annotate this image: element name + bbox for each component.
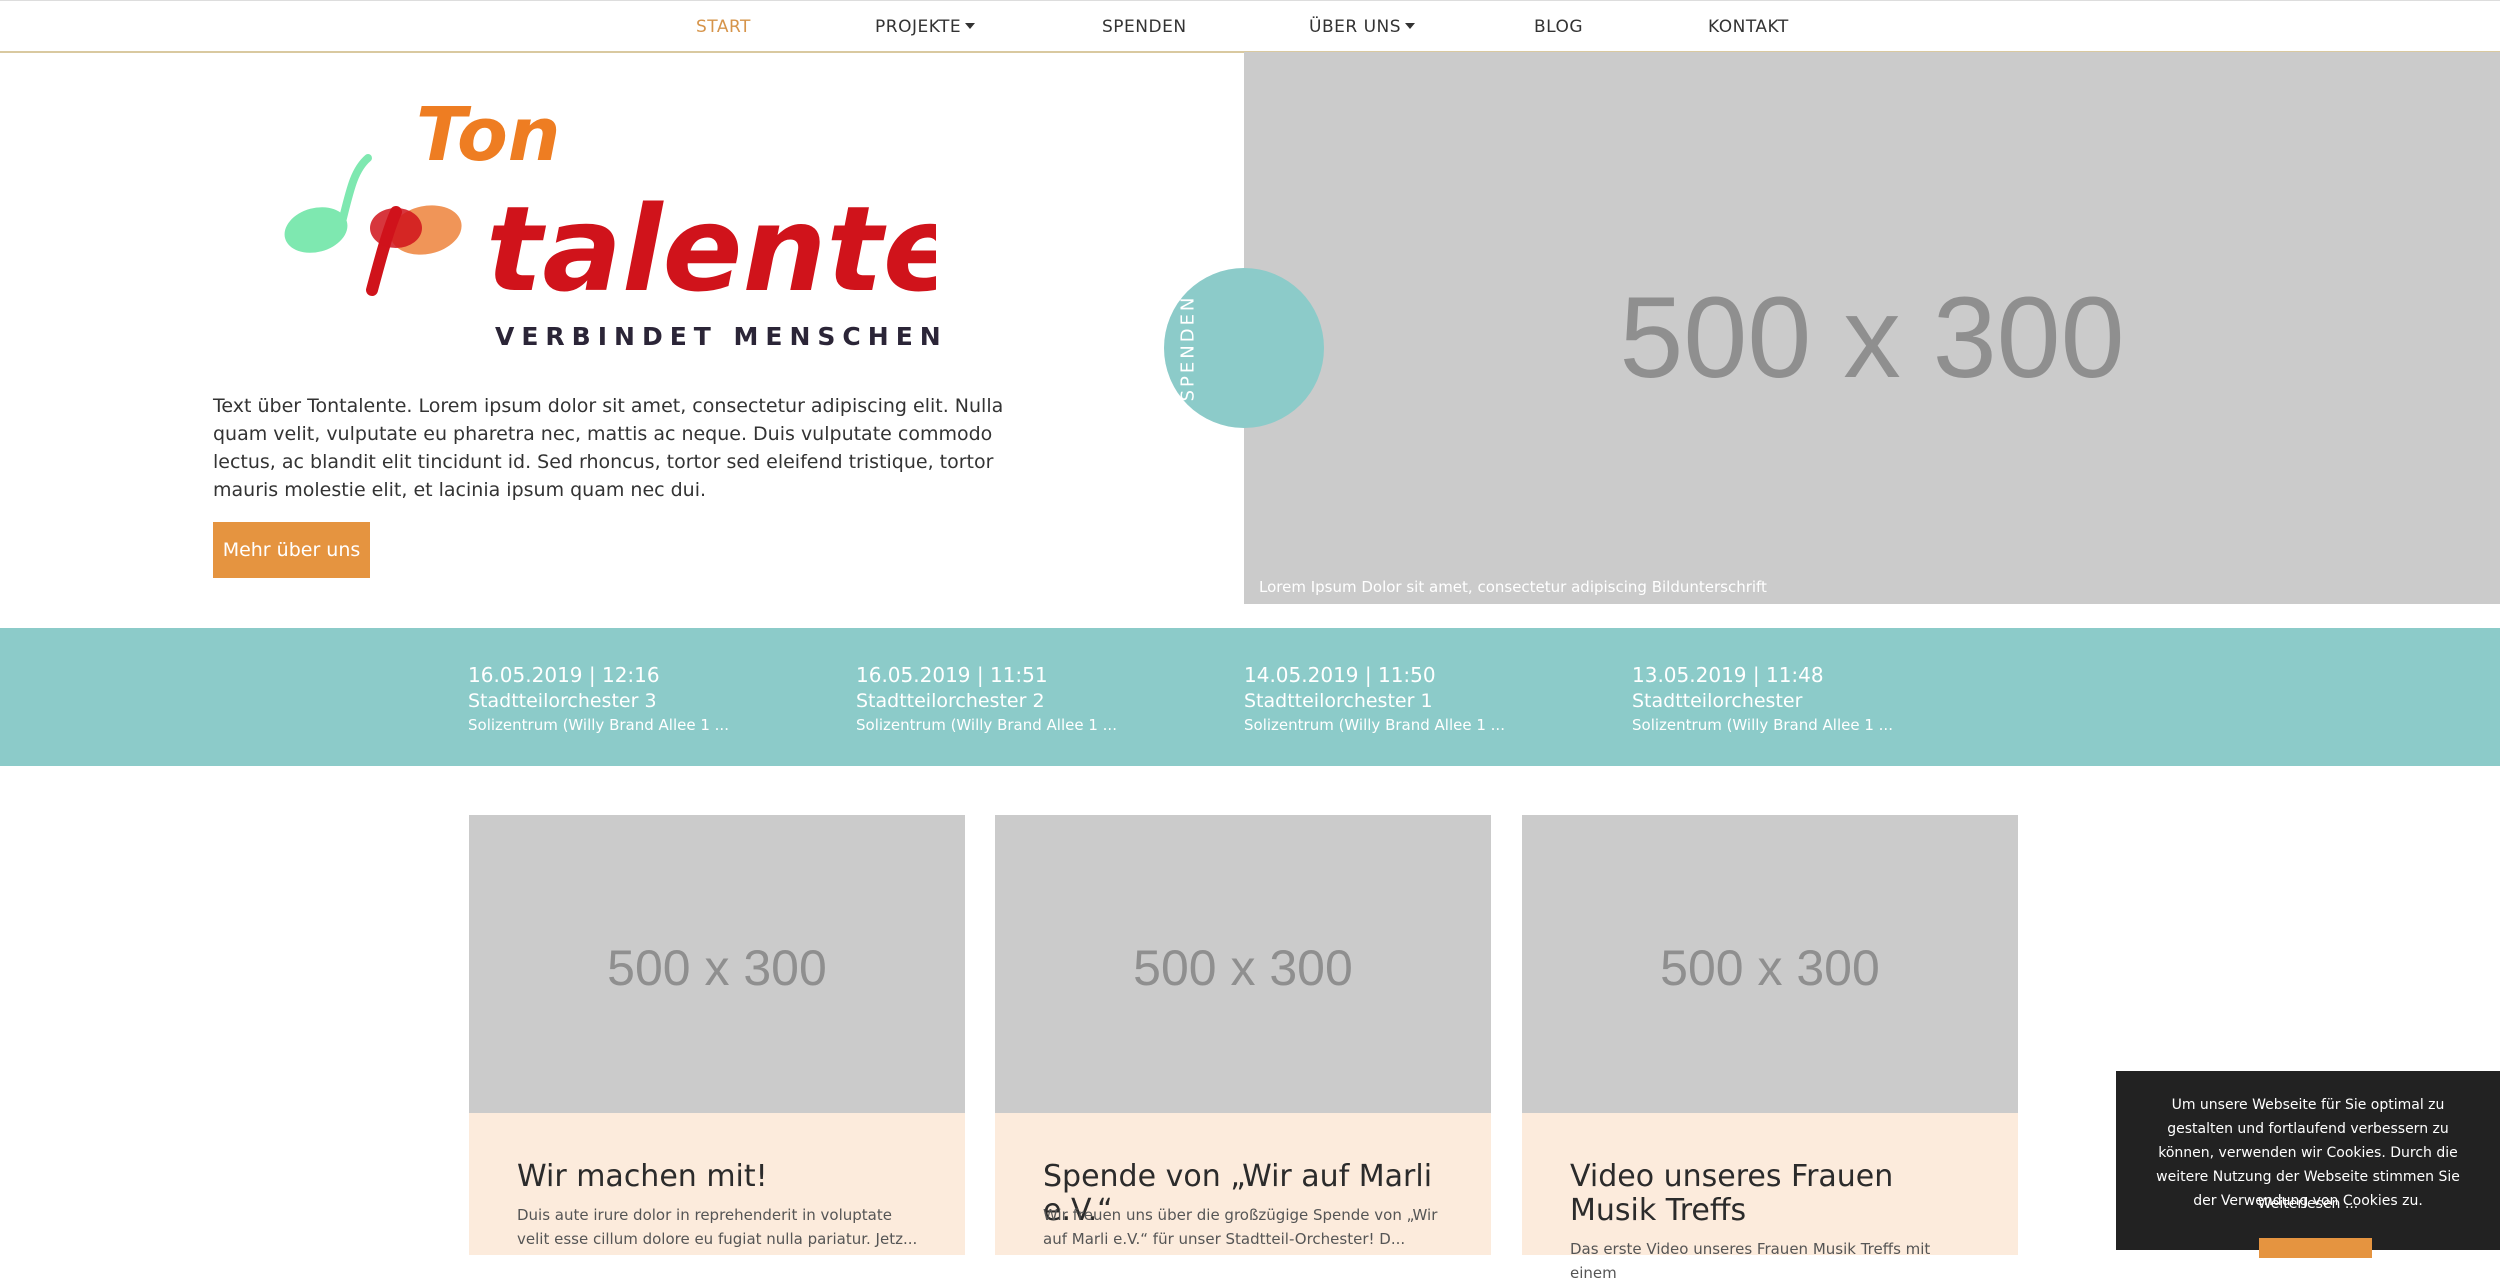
cookie-text: Um unsere Webseite für Sie optimal zu ge… [2156, 1097, 2460, 1209]
event-title: Stadtteilorchester [1632, 690, 1803, 712]
event-place: Solizentrum (Willy Brand Allee 1 ... [468, 716, 729, 734]
hero-image-placeholder: 500 x 300 Lorem Ipsum Dolor sit amet, co… [1244, 52, 2500, 604]
logo-tagline: VERBINDET MENSCHEN [495, 322, 948, 351]
card-image-placeholder: 500 x 300 [1522, 815, 2018, 1113]
event-date: 13.05.2019 | 11:48 [1632, 663, 1824, 687]
card-placeholder-text: 500 x 300 [607, 940, 827, 996]
logo-word-talente: talente [486, 180, 936, 318]
card-excerpt: Wir freuen uns über die großzügige Spend… [1043, 1206, 1438, 1248]
news-card[interactable]: 500 x 300 Wir machen mit! Duis aute irur… [469, 815, 965, 1255]
event-place: Solizentrum (Willy Brand Allee 1 ... [1244, 716, 1505, 734]
event-title: Stadtteilorchester 2 [856, 690, 1045, 712]
main-navigation: START PROJEKTE SPENDEN ÜBER UNS BLOG KON… [0, 0, 2500, 53]
events-band: 16.05.2019 | 12:16 Stadtteilorchester 3 … [0, 628, 2500, 766]
card-excerpt: Duis aute irure dolor in reprehenderit i… [517, 1206, 918, 1248]
nav-item-label: ÜBER UNS [1309, 17, 1402, 37]
cookie-accept-button[interactable] [2259, 1238, 2372, 1258]
card-placeholder-text: 500 x 300 [1133, 940, 1353, 996]
card-placeholder-text: 500 x 300 [1660, 940, 1880, 996]
event-item[interactable]: 16.05.2019 | 12:16 Stadtteilorchester 3 … [468, 662, 848, 736]
event-title: Stadtteilorchester 3 [468, 690, 657, 712]
nav-item-kontakt[interactable]: KONTAKT [1708, 17, 1789, 37]
hero-placeholder-text: 500 x 300 [1619, 274, 2125, 402]
logo-word-ton: Ton [416, 100, 560, 178]
cookie-read-more-link[interactable]: Weiterlesen ... [2116, 1196, 2500, 1212]
event-date: 16.05.2019 | 11:51 [856, 663, 1048, 687]
nav-item-label: BLOG [1534, 17, 1584, 37]
event-date: 16.05.2019 | 12:16 [468, 663, 660, 687]
card-title: Video unseres Frauen Musik Treffs [1570, 1159, 1894, 1228]
event-item[interactable]: 13.05.2019 | 11:48 Stadtteilorchester So… [1632, 662, 2012, 736]
nav-item-ueber-uns[interactable]: ÜBER UNS [1309, 17, 1416, 37]
event-place: Solizentrum (Willy Brand Allee 1 ... [1632, 716, 1893, 734]
tontalente-logo: Ton talente [284, 100, 936, 318]
nav-item-label: SPENDEN [1102, 17, 1187, 37]
card-title: Wir machen mit! [517, 1159, 768, 1194]
nav-item-projekte[interactable]: PROJEKTE [875, 17, 976, 37]
event-item[interactable]: 16.05.2019 | 11:51 Stadtteilorchester 2 … [856, 662, 1236, 736]
event-date: 14.05.2019 | 11:50 [1244, 663, 1436, 687]
event-item[interactable]: 14.05.2019 | 11:50 Stadtteilorchester 1 … [1244, 662, 1624, 736]
nav-item-label: KONTAKT [1708, 17, 1789, 37]
event-title: Stadtteilorchester 1 [1244, 690, 1433, 712]
news-card[interactable]: 500 x 300 Spende von „Wir auf Marli e.V.… [995, 815, 1491, 1255]
caret-down-icon [1405, 23, 1416, 29]
nav-item-blog[interactable]: BLOG [1534, 17, 1583, 37]
news-card[interactable]: 500 x 300 Video unseres Frauen Musik Tre… [1522, 815, 2018, 1282]
nav-item-label: START [696, 17, 751, 37]
intro-text: Text über Tontalente. Lorem ipsum dolor … [213, 395, 1004, 501]
nav-item-start[interactable]: START [696, 17, 751, 37]
more-about-us-button[interactable]: Mehr über uns [213, 522, 370, 578]
card-image-placeholder: 500 x 300 [469, 815, 965, 1113]
note-head-red [370, 208, 422, 248]
caret-down-icon [965, 23, 976, 29]
note-stem-green [338, 154, 372, 226]
event-place: Solizentrum (Willy Brand Allee 1 ... [856, 716, 1117, 734]
card-excerpt: Das erste Video unseres Frauen Musik Tre… [1570, 1240, 1931, 1282]
nav-item-spenden[interactable]: SPENDEN [1102, 17, 1187, 37]
card-image-placeholder: 500 x 300 [995, 815, 1491, 1113]
donate-tab-button[interactable]: SPENDEN [1164, 268, 1324, 428]
donate-tab-label: SPENDEN [1177, 294, 1199, 402]
cookie-banner: Um unsere Webseite für Sie optimal zu ge… [2116, 1071, 2500, 1258]
hero-caption: Lorem Ipsum Dolor sit amet, consectetur … [1259, 578, 1767, 596]
nav-item-label: PROJEKTE [875, 17, 962, 37]
